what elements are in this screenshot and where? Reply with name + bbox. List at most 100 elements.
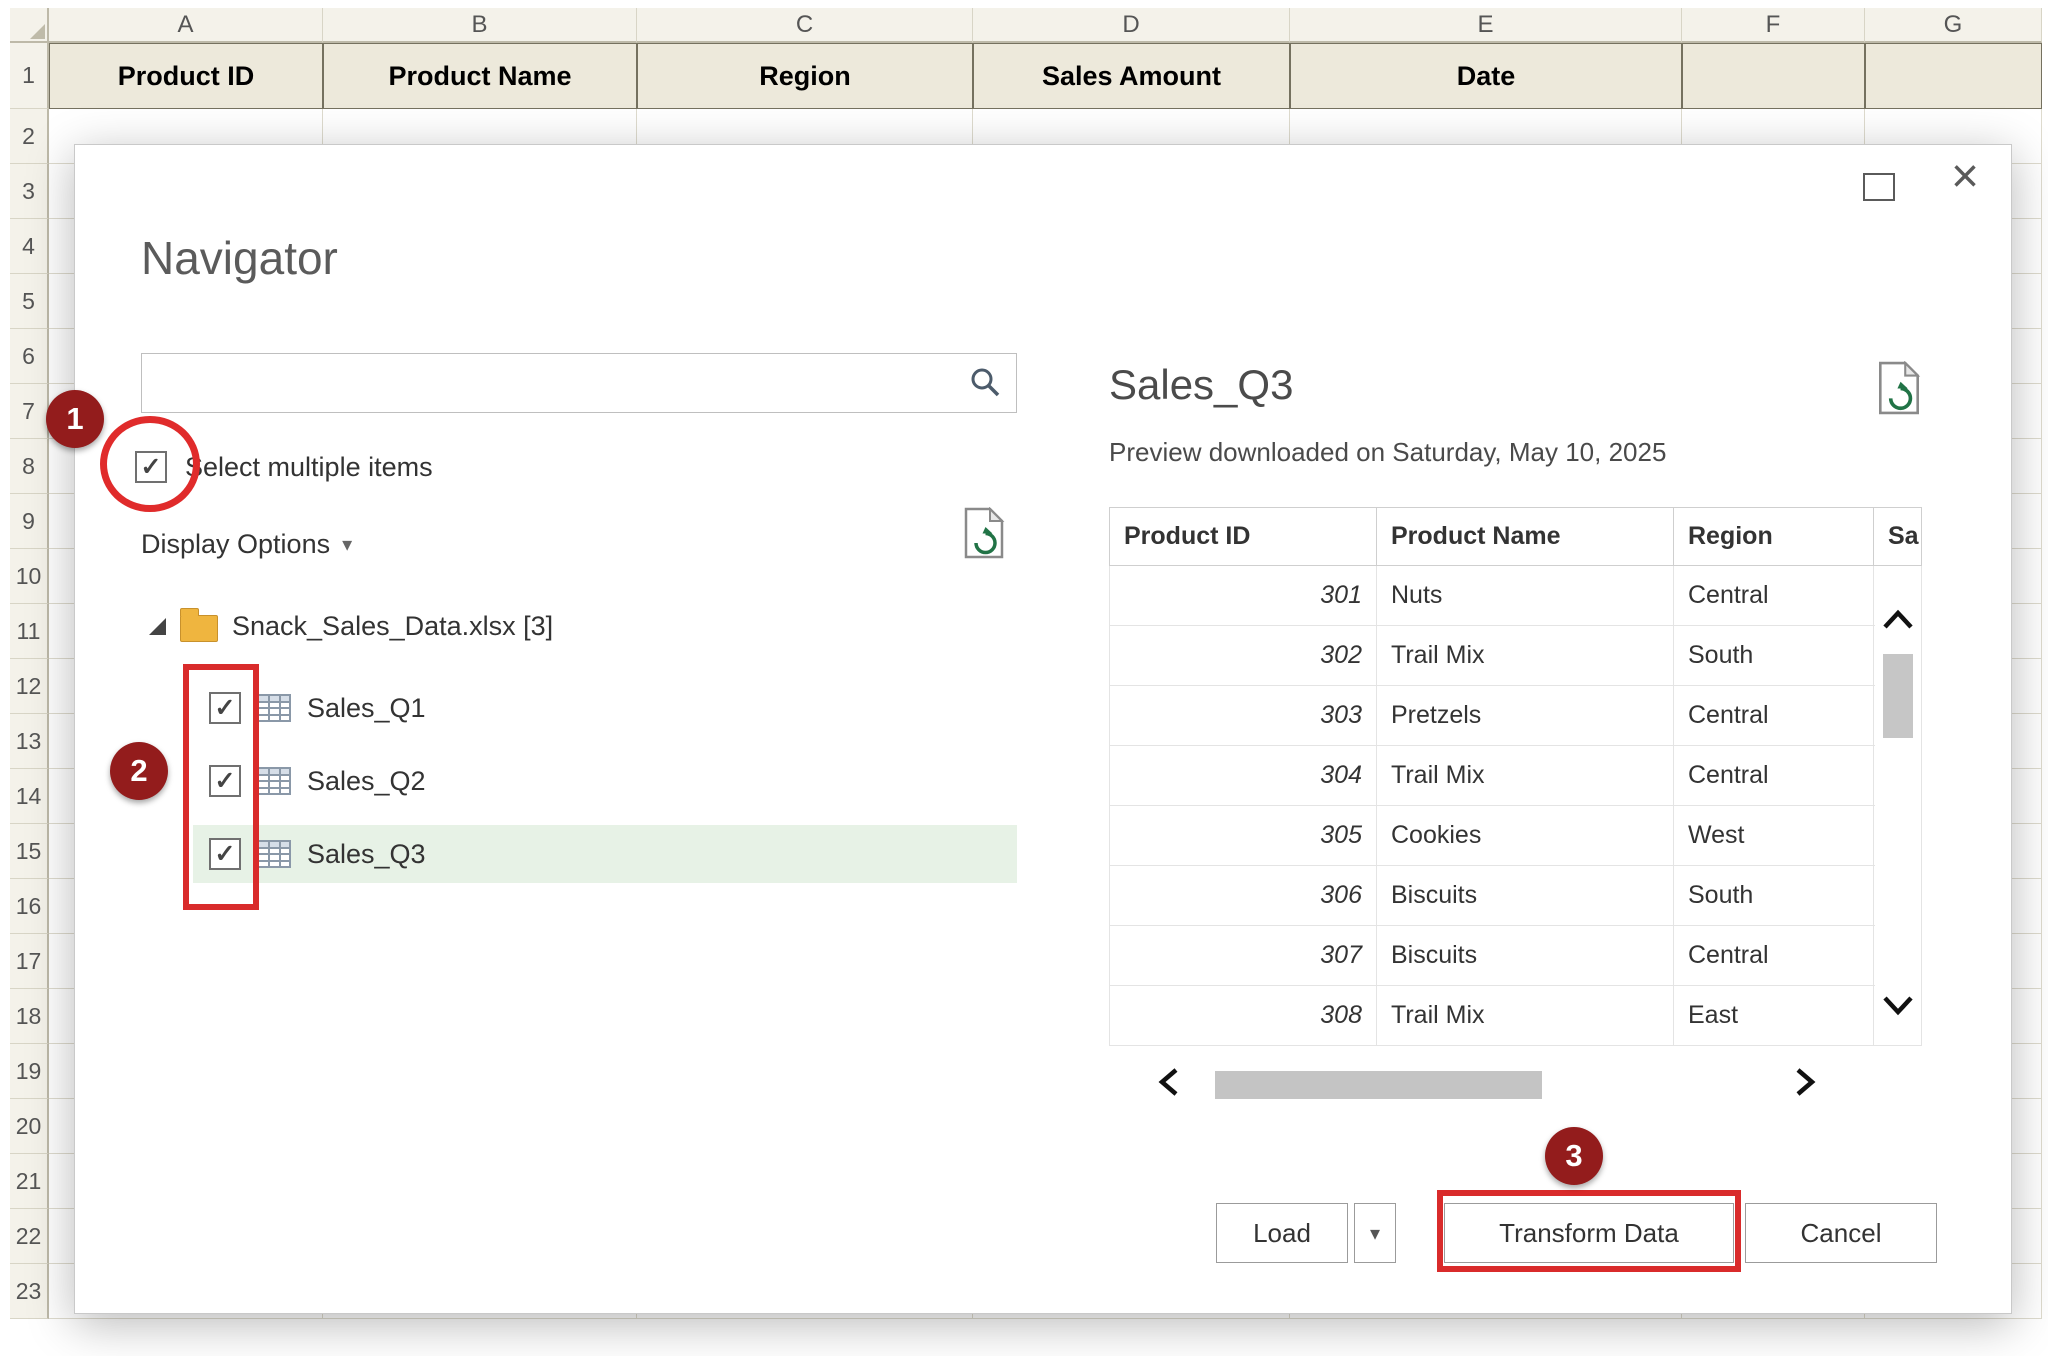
cell-product-id: 308 — [1110, 986, 1377, 1046]
row-number-20[interactable]: 20 — [10, 1099, 49, 1154]
sheet-icon — [257, 694, 291, 722]
row-number-3[interactable]: 3 — [10, 164, 49, 219]
tree-item-label: Sales_Q1 — [307, 693, 426, 724]
annotation-step-1-badge: 1 — [46, 390, 104, 448]
row-number-16[interactable]: 16 — [10, 879, 49, 934]
row-number-10[interactable]: 10 — [10, 549, 49, 604]
annotation-rect-transform-data — [1437, 1190, 1741, 1272]
scroll-right-icon[interactable] — [1791, 1065, 1821, 1099]
select-all-corner[interactable] — [10, 8, 49, 43]
cell-region: Central — [1674, 926, 1874, 986]
annotation-circle-select-multiple — [100, 416, 200, 512]
tree-item-sales_q2[interactable]: ✓Sales_Q2 — [193, 752, 1017, 810]
preview-row[interactable]: 308Trail MixEast — [1110, 986, 1922, 1046]
row-number-1[interactable]: 1 — [10, 43, 49, 109]
column-letter-d[interactable]: D — [973, 8, 1290, 43]
preview-row[interactable]: 306BiscuitsSouth — [1110, 866, 1922, 926]
row-number-2[interactable]: 2 — [10, 109, 49, 164]
row-number-9[interactable]: 9 — [10, 494, 49, 549]
preview-tbody: 301NutsCentral302Trail MixSouth303Pretze… — [1110, 566, 1922, 1046]
cell-product-name: Cookies — [1377, 806, 1674, 866]
excel-window: ABCDEFG1Product IDProduct NameRegionSale… — [0, 0, 2048, 1356]
cell-product-id: 304 — [1110, 746, 1377, 806]
row-number-6[interactable]: 6 — [10, 329, 49, 384]
load-button[interactable]: Load — [1216, 1203, 1348, 1263]
tree-item-sales_q1[interactable]: ✓Sales_Q1 — [193, 679, 1017, 737]
preview-title: Sales_Q3 — [1109, 361, 1293, 409]
cell-product-id: 307 — [1110, 926, 1377, 986]
row-number-8[interactable]: 8 — [10, 439, 49, 494]
cell-region: South — [1674, 866, 1874, 926]
cell-d1[interactable]: Sales Amount — [973, 43, 1290, 109]
tree-item-sales_q3[interactable]: ✓Sales_Q3 — [193, 825, 1017, 883]
cell-region: East — [1674, 986, 1874, 1046]
navigator-dialog: × Navigator ✓ Select multiple items Disp… — [74, 144, 2012, 1314]
row-number-22[interactable]: 22 — [10, 1209, 49, 1264]
column-letter-c[interactable]: C — [637, 8, 973, 43]
preview-row[interactable]: 302Trail MixSouth — [1110, 626, 1922, 686]
vertical-scroll-thumb[interactable] — [1883, 654, 1913, 738]
row-number-14[interactable]: 14 — [10, 769, 49, 824]
cell-f1[interactable] — [1682, 43, 1865, 109]
annotation-step-2-badge: 2 — [110, 742, 168, 800]
row-number-5[interactable]: 5 — [10, 274, 49, 329]
column-header-region[interactable]: Region — [1674, 508, 1874, 566]
row-number-4[interactable]: 4 — [10, 219, 49, 274]
annotation-step-3-badge: 3 — [1545, 1127, 1603, 1185]
preview-row[interactable]: 305CookiesWest — [1110, 806, 1922, 866]
tree-item-label: Sales_Q2 — [307, 766, 426, 797]
chevron-down-icon: ▾ — [1370, 1221, 1380, 1246]
sheet-icon — [257, 767, 291, 795]
column-letter-g[interactable]: G — [1865, 8, 2042, 43]
preview-row[interactable]: 303PretzelsCentral — [1110, 686, 1922, 746]
cancel-button[interactable]: Cancel — [1745, 1203, 1937, 1263]
row-number-21[interactable]: 21 — [10, 1154, 49, 1209]
scroll-down-icon[interactable] — [1880, 992, 1916, 1023]
preview-row[interactable]: 301NutsCentral — [1110, 566, 1922, 626]
cell-product-name: Trail Mix — [1377, 986, 1674, 1046]
cell-product-id: 302 — [1110, 626, 1377, 686]
preview-subtitle: Preview downloaded on Saturday, May 10, … — [1109, 437, 1666, 468]
row-number-19[interactable]: 19 — [10, 1044, 49, 1099]
row-number-17[interactable]: 17 — [10, 934, 49, 989]
tree-item-label: Sales_Q3 — [307, 839, 426, 870]
column-header-product-id[interactable]: Product ID — [1110, 508, 1377, 566]
cell-g1[interactable] — [1865, 43, 2042, 109]
row-number-18[interactable]: 18 — [10, 989, 49, 1044]
cell-product-name: Trail Mix — [1377, 626, 1674, 686]
load-dropdown-button[interactable]: ▾ — [1354, 1203, 1396, 1263]
row-number-23[interactable]: 23 — [10, 1264, 49, 1319]
cell-product-name: Pretzels — [1377, 686, 1674, 746]
cell-e1[interactable]: Date — [1290, 43, 1682, 109]
row-number-13[interactable]: 13 — [10, 714, 49, 769]
vertical-scrollbar[interactable] — [1875, 605, 1921, 1025]
cell-product-id: 303 — [1110, 686, 1377, 746]
cell-b1[interactable]: Product Name — [323, 43, 637, 109]
preview-table: Product ID Product Name Region Sa 301Nut… — [1109, 507, 1922, 1046]
row-number-12[interactable]: 12 — [10, 659, 49, 714]
scroll-left-icon[interactable] — [1153, 1065, 1183, 1099]
cell-product-name: Biscuits — [1377, 866, 1674, 926]
row-number-15[interactable]: 15 — [10, 824, 49, 879]
preview-header-row: Product ID Product Name Region Sa — [1110, 508, 1922, 566]
column-header-product-name[interactable]: Product Name — [1377, 508, 1674, 566]
preview-doc-icon[interactable] — [1875, 361, 1923, 420]
row-number-7[interactable]: 7 — [10, 384, 49, 439]
column-letter-b[interactable]: B — [323, 8, 637, 43]
cell-region: Central — [1674, 566, 1874, 626]
cell-region: Central — [1674, 746, 1874, 806]
cell-c1[interactable]: Region — [637, 43, 973, 109]
cell-a1[interactable]: Product ID — [49, 43, 323, 109]
horizontal-scroll-thumb[interactable] — [1215, 1071, 1542, 1099]
cell-product-name: Trail Mix — [1377, 746, 1674, 806]
column-header-clipped[interactable]: Sa — [1874, 508, 1922, 566]
row-number-11[interactable]: 11 — [10, 604, 49, 659]
cell-region: Central — [1674, 686, 1874, 746]
preview-row[interactable]: 307BiscuitsCentral — [1110, 926, 1922, 986]
column-letter-a[interactable]: A — [49, 8, 323, 43]
scroll-up-icon[interactable] — [1880, 607, 1916, 638]
preview-row[interactable]: 304Trail MixCentral — [1110, 746, 1922, 806]
annotation-rect-checkboxes — [183, 664, 259, 910]
column-letter-f[interactable]: F — [1682, 8, 1865, 43]
column-letter-e[interactable]: E — [1290, 8, 1682, 43]
